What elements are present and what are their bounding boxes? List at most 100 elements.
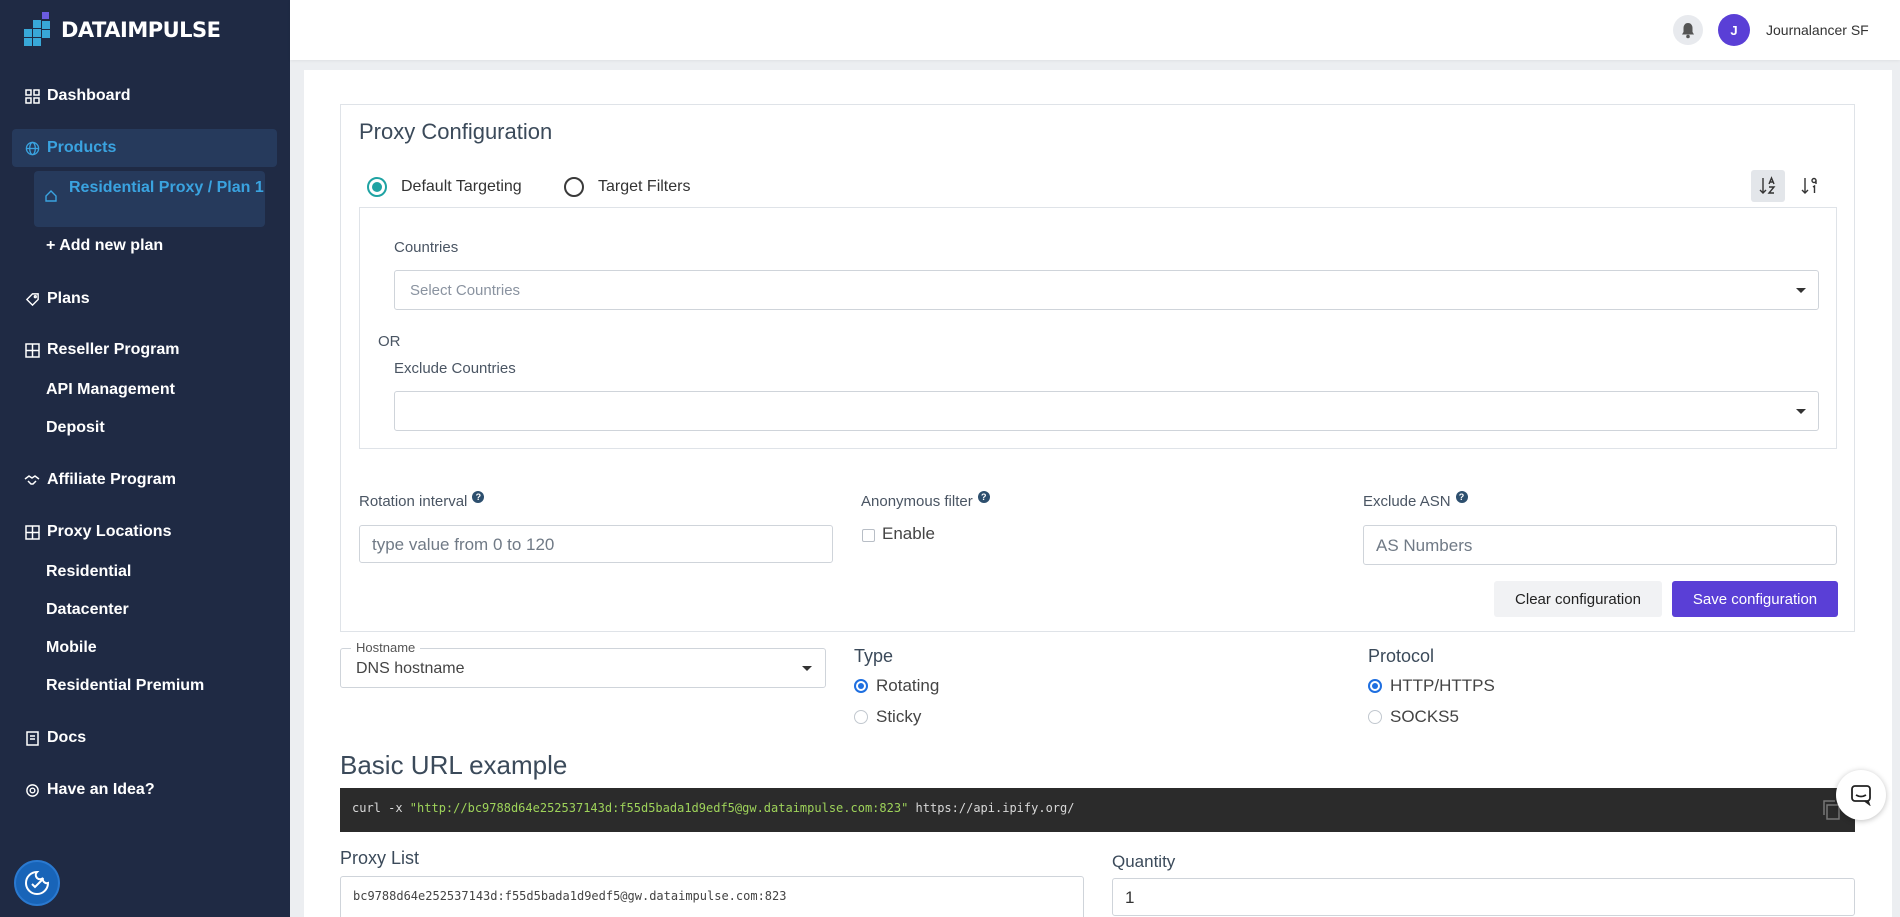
rotation-interval-input[interactable]: type value from 0 to 120	[359, 525, 833, 563]
radio-checked	[1368, 679, 1382, 693]
sidebar-item-affiliate[interactable]: Affiliate Program	[12, 461, 277, 499]
radio-label: Default Targeting	[401, 178, 522, 195]
clear-configuration-button[interactable]: Clear configuration	[1494, 581, 1662, 617]
curl-target: https://api.ipify.org/	[908, 801, 1075, 815]
sidebar-item-api-management[interactable]: API Management	[46, 381, 175, 399]
curl-example[interactable]: curl -x "http://bc9788d64e252537143d:f55…	[340, 788, 1855, 832]
tag-icon	[24, 291, 40, 307]
sidebar-item-residential-proxy-plan[interactable]: Residential Proxy / Plan 1	[34, 171, 265, 227]
protocol-http-radio[interactable]: HTTP/HTTPS	[1368, 676, 1495, 696]
targeting-panel: Countries Select Countries OR Exclude Co…	[359, 207, 1837, 449]
proxy-configuration-card: Proxy Configuration Default Targeting Ta…	[340, 104, 1855, 632]
default-targeting-radio[interactable]: Default Targeting	[367, 177, 522, 197]
help-icon[interactable]: ?	[977, 491, 990, 503]
hostname-legend: Hostname	[351, 640, 421, 655]
quantity-input[interactable]: 1	[1112, 878, 1855, 916]
globe-icon	[24, 140, 40, 156]
countries-placeholder: Select Countries	[410, 282, 521, 299]
sidebar-item-label: Dashboard	[47, 87, 131, 104]
basic-url-title: Basic URL example	[340, 750, 568, 780]
grid-icon	[24, 342, 40, 358]
chevron-down-icon	[1796, 288, 1806, 293]
sidebar-item-datacenter[interactable]: Datacenter	[46, 601, 129, 619]
help-icon[interactable]: ?	[1455, 491, 1468, 503]
sidebar-item-dashboard[interactable]: Dashboard	[12, 77, 277, 115]
radio-unchecked	[564, 177, 584, 197]
username[interactable]: Journalancer SF	[1766, 22, 1869, 38]
exclude-countries-select[interactable]	[394, 391, 1819, 431]
gear-icon	[24, 782, 40, 798]
sidebar-item-products[interactable]: Products	[12, 129, 277, 167]
exclude-asn-text: Exclude ASN	[1363, 493, 1451, 510]
type-rotating-radio[interactable]: Rotating	[854, 676, 939, 696]
curl-command: curl -x	[352, 801, 410, 815]
sidebar-item-mobile[interactable]: Mobile	[46, 639, 97, 657]
grid-icon	[24, 524, 40, 540]
handshake-icon	[24, 472, 40, 488]
option-label: SOCKS5	[1390, 707, 1459, 726]
countries-label: Countries	[394, 239, 459, 256]
type-title: Type	[854, 646, 894, 666]
exclude-asn-label: Exclude ASN?	[1363, 491, 1468, 510]
sidebar-item-label: Residential Proxy / Plan 1	[69, 179, 264, 196]
quantity-label: Quantity	[1112, 852, 1176, 871]
target-filters-radio[interactable]: Target Filters	[564, 177, 690, 197]
option-label: Sticky	[876, 707, 922, 726]
curl-url: "http://bc9788d64e252537143d:f55d5bada1d…	[409, 801, 909, 815]
sidebar-item-residential-premium[interactable]: Residential Premium	[46, 677, 204, 695]
add-new-plan-link[interactable]: + Add new plan	[46, 237, 163, 255]
radio-checked	[367, 177, 387, 197]
bell-icon	[1682, 22, 1694, 38]
card-title: Proxy Configuration	[359, 119, 553, 144]
docs-icon	[24, 730, 40, 746]
enable-label: Enable	[882, 524, 935, 543]
sidebar-item-idea[interactable]: Have an Idea?	[12, 771, 277, 809]
countries-select[interactable]: Select Countries	[394, 270, 1819, 310]
sidebar-item-reseller[interactable]: Reseller Program	[12, 331, 277, 369]
anonymous-filter-label: Anonymous filter?	[861, 491, 990, 510]
chat-icon	[1851, 785, 1871, 806]
hostname-select[interactable]: Hostname DNS hostname	[340, 640, 826, 688]
brand-logo[interactable]: DATAIMPULSE	[24, 12, 221, 48]
dashboard-icon	[24, 88, 40, 104]
sidebar-item-docs[interactable]: Docs	[12, 719, 277, 757]
sidebar-item-label: Reseller Program	[47, 341, 180, 358]
proxy-list-label: Proxy List	[340, 848, 420, 868]
save-configuration-button[interactable]: Save configuration	[1672, 581, 1838, 617]
proxy-list-output[interactable]: bc9788d64e252537143d:f55d5bada1d9edf5@gw…	[340, 876, 1084, 917]
brand-name: DATAIMPULSE	[61, 18, 221, 42]
sidebar-item-label: Docs	[47, 729, 87, 746]
sort-numeric-button[interactable]	[1793, 170, 1827, 202]
exclude-countries-label: Exclude Countries	[394, 360, 516, 377]
asn-placeholder: AS Numbers	[1376, 536, 1473, 555]
notifications-button[interactable]	[1673, 15, 1703, 45]
anonymous-enable-checkbox[interactable]	[862, 529, 875, 542]
sidebar: DATAIMPULSE Dashboard Products Residenti…	[0, 0, 290, 917]
cookie-settings-button[interactable]	[14, 860, 60, 906]
rotation-interval-text: Rotation interval	[359, 493, 468, 510]
house-icon	[44, 189, 58, 209]
sidebar-item-plans[interactable]: Plans	[12, 280, 277, 318]
exclude-asn-input[interactable]: AS Numbers	[1363, 525, 1837, 565]
sidebar-item-label: Affiliate Program	[47, 471, 176, 488]
sidebar-item-label: Proxy Locations	[47, 523, 172, 540]
protocol-socks5-radio[interactable]: SOCKS5	[1368, 707, 1459, 727]
help-icon[interactable]: ?	[472, 491, 485, 503]
avatar[interactable]: J	[1718, 14, 1750, 46]
sidebar-item-deposit[interactable]: Deposit	[46, 419, 105, 437]
rotation-placeholder: type value from 0 to 120	[372, 535, 555, 554]
radio-label: Target Filters	[598, 178, 691, 195]
type-sticky-radio[interactable]: Sticky	[854, 707, 921, 727]
sort-alpha-button[interactable]	[1751, 170, 1785, 202]
radio-unchecked	[854, 710, 868, 724]
top-bar: J Journalancer SF	[290, 0, 1900, 60]
sidebar-item-proxy-locations[interactable]: Proxy Locations	[12, 513, 277, 551]
radio-checked	[854, 679, 868, 693]
hostname-value: DNS hostname	[356, 660, 465, 677]
option-label: HTTP/HTTPS	[1390, 676, 1495, 695]
chat-button[interactable]	[1836, 770, 1886, 820]
sidebar-item-residential[interactable]: Residential	[46, 563, 131, 581]
radio-unchecked	[1368, 710, 1382, 724]
chevron-down-icon	[802, 666, 812, 671]
main-panel: Proxy Configuration Default Targeting Ta…	[304, 70, 1892, 917]
